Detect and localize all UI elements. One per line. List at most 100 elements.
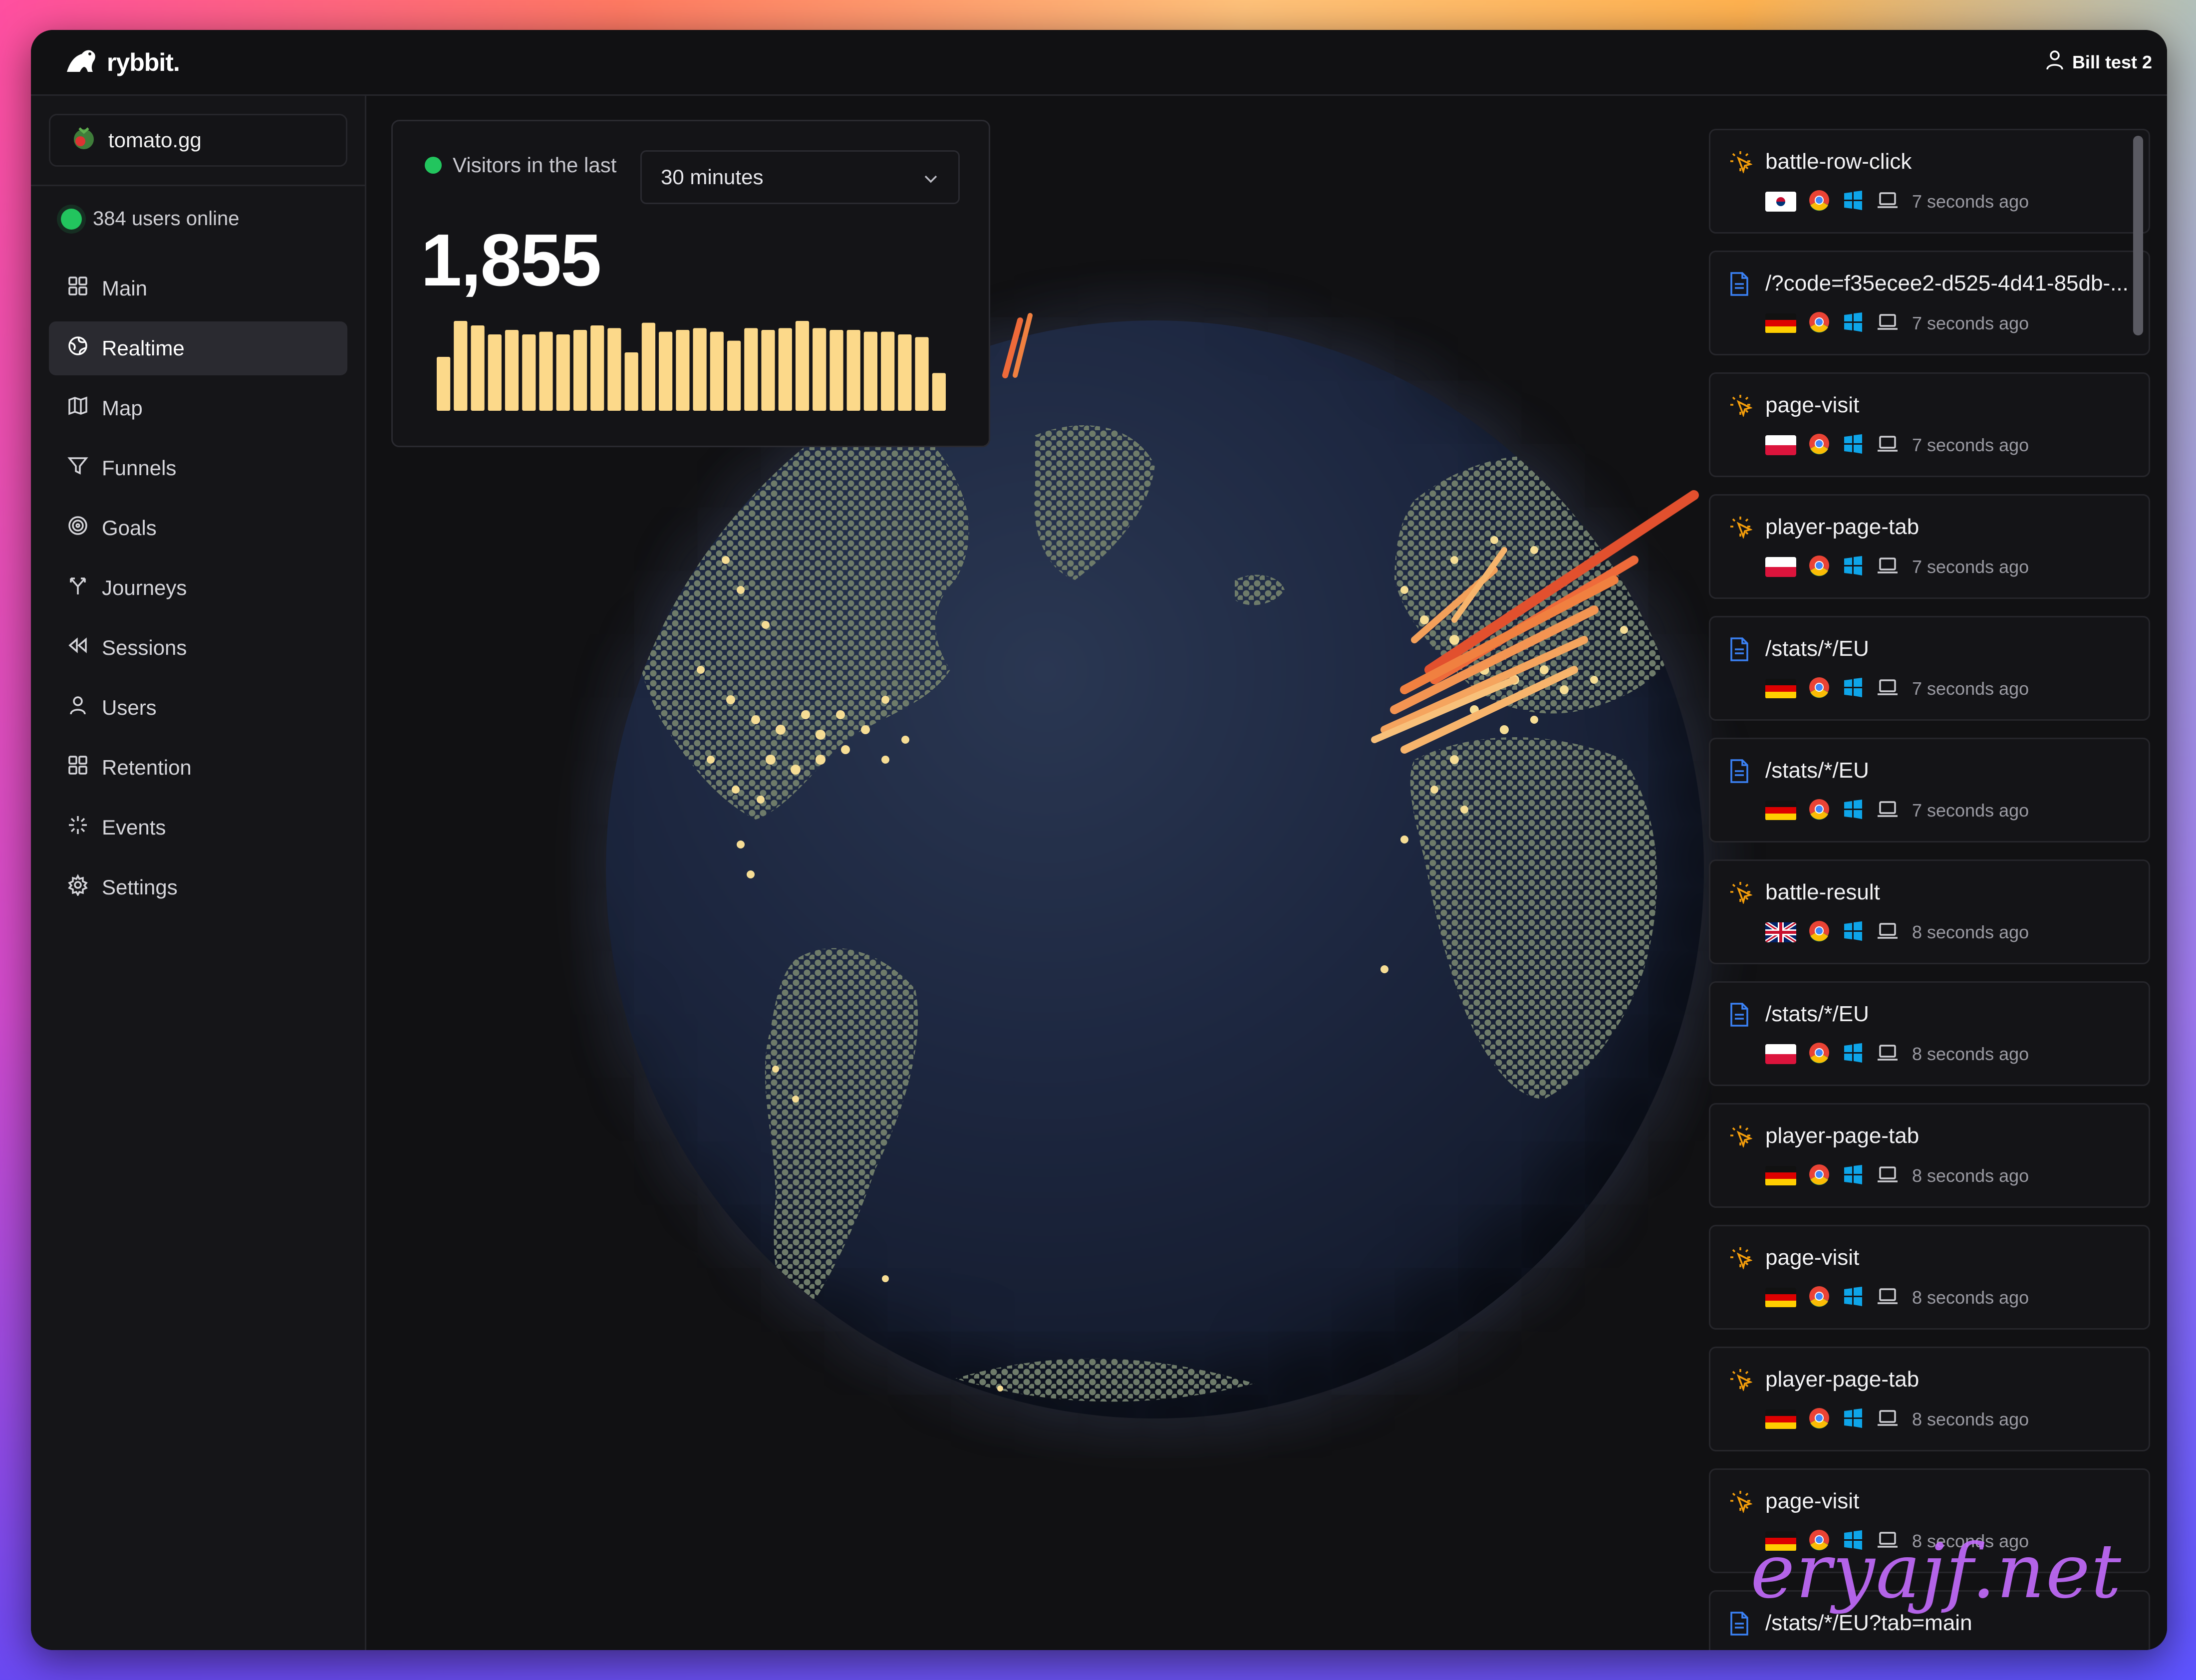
browser-icon [1808,311,1830,335]
os-icon [1842,1042,1864,1066]
watermark-text: eryajf.net [1750,1528,2122,1615]
chrome-icon [1809,312,1829,333]
sparkline-bar [846,330,860,411]
event-time: 8 seconds ago [1912,921,2029,942]
site-selector[interactable]: tomato.gg [49,114,347,167]
frog-icon [65,47,98,77]
event-title: battle-result [1765,880,1880,904]
event-sparkle-icon [1728,1245,1753,1272]
user-icon [67,694,89,721]
sidebar-item-settings[interactable]: Settings [49,860,347,914]
event-card[interactable]: /?code=f35ecee2-d525-4d41-85db-... 7 seco… [1709,251,2150,355]
event-title: page-visit [1765,1245,1860,1270]
tomato-icon [70,124,97,156]
sparkline-bar [590,325,604,411]
sidebar-item-retention[interactable]: Retention [49,741,347,795]
user-menu[interactable]: Bill test 2 [2045,49,2152,75]
event-card[interactable]: player-page-tab 8 seconds ago [1709,1347,2150,1451]
visitors-sparkline [437,321,946,411]
sparkline-bar [813,328,826,411]
event-card[interactable]: battle-row-click 7 seconds ago [1709,129,2150,234]
time-range-select[interactable]: 30 minutes [640,150,960,204]
realtime-globe[interactable] [546,261,1764,1478]
event-card[interactable]: /stats/*/EU 8 seconds ago [1709,981,2150,1086]
windows-icon [1844,1287,1862,1306]
windows-icon [1844,434,1862,454]
event-title: player-page-tab [1765,1123,1920,1148]
sparkline-bar [915,337,929,411]
event-sparkle-icon [1728,1489,1753,1515]
sidebar-item-map[interactable]: Map [49,381,347,435]
event-meta: 7 seconds ago [1765,676,2029,701]
country-flag-icon [1765,1409,1796,1429]
event-sparkle-icon [1728,1123,1753,1150]
sparkline-bar [556,334,570,411]
event-meta: 7 seconds ago [1765,433,2029,457]
sparkline-bar [624,352,638,411]
os-icon [1842,311,1864,335]
user-icon [2045,49,2064,75]
windows-icon [1844,678,1862,697]
sparkline-bar [795,321,810,411]
sidebar-item-journeys[interactable]: Journeys [49,561,347,615]
map-icon [67,395,89,422]
windows-icon [1844,921,1862,941]
online-dot [61,208,82,230]
event-card[interactable]: player-page-tab 8 seconds ago [1709,1103,2150,1208]
sparkle-icon [67,814,89,841]
sidebar-item-events[interactable]: Events [49,801,347,854]
event-title: player-page-tab [1765,1367,1920,1392]
sparkline-bar [744,328,758,411]
os-icon [1842,1163,1864,1188]
event-card[interactable]: player-page-tab 7 seconds ago [1709,494,2150,599]
sidebar: tomato.gg 384 users online Main Realtime… [31,96,366,1650]
sparkline-bar [641,322,655,411]
browser-icon [1808,676,1830,701]
brand[interactable]: rybbit. [65,47,180,77]
sidebar-item-label: Goals [102,516,157,540]
country-flag-icon [1765,1287,1796,1308]
events-scrollbar[interactable] [2133,136,2143,335]
sidebar-item-users[interactable]: Users [49,681,347,735]
event-card[interactable]: /stats/*/EU 7 seconds ago [1709,738,2150,842]
event-card[interactable]: page-visit 8 seconds ago [1709,1225,2150,1330]
browser-icon [1808,1285,1830,1310]
rewind-icon [67,634,89,661]
chrome-icon [1809,799,1829,820]
device-icon [1876,190,1899,213]
sparkline-bar [471,325,485,411]
chrome-icon [1809,190,1829,211]
event-time: 8 seconds ago [1912,1408,2029,1429]
windows-icon [1844,1165,1862,1184]
device-icon [1876,677,1899,700]
sparkline-bar [676,330,690,411]
sparkline-bar [727,340,741,411]
event-card[interactable]: page-visit 7 seconds ago [1709,372,2150,477]
event-meta: 8 seconds ago [1765,920,2029,944]
sidebar-item-realtime[interactable]: Realtime [49,321,347,375]
event-time: 7 seconds ago [1912,434,2029,455]
sparkline-bar [539,331,553,411]
laptop-icon [1878,1288,1898,1304]
windows-icon [1844,800,1862,819]
sidebar-item-goals[interactable]: Goals [49,501,347,555]
chrome-icon [1809,677,1829,698]
sidebar-item-label: Retention [102,756,192,779]
sidebar-item-sessions[interactable]: Sessions [49,621,347,675]
event-title: /stats/*/EU [1765,1002,1869,1026]
sidebar-item-main[interactable]: Main [49,262,347,315]
chevron-down-icon [922,165,939,189]
browser-icon [1808,920,1830,944]
sidebar-item-funnels[interactable]: Funnels [49,441,347,495]
windows-icon [1844,1408,1862,1428]
live-dot [425,157,442,174]
realtime-main: Visitors in the last 30 minutes 1,855 ba… [366,96,2167,1650]
event-card[interactable]: battle-result 8 seconds ago [1709,859,2150,964]
browser-icon [1808,1163,1830,1188]
live-events-feed: battle-row-click 7 seconds ago /?code=f35e… [1709,96,2167,1650]
sidebar-item-label: Journeys [102,576,187,599]
event-card[interactable]: /stats/*/EU 7 seconds ago [1709,616,2150,721]
browser-icon [1808,1407,1830,1431]
chrome-icon [1809,1408,1829,1429]
sidebar-item-label: Main [102,277,148,300]
